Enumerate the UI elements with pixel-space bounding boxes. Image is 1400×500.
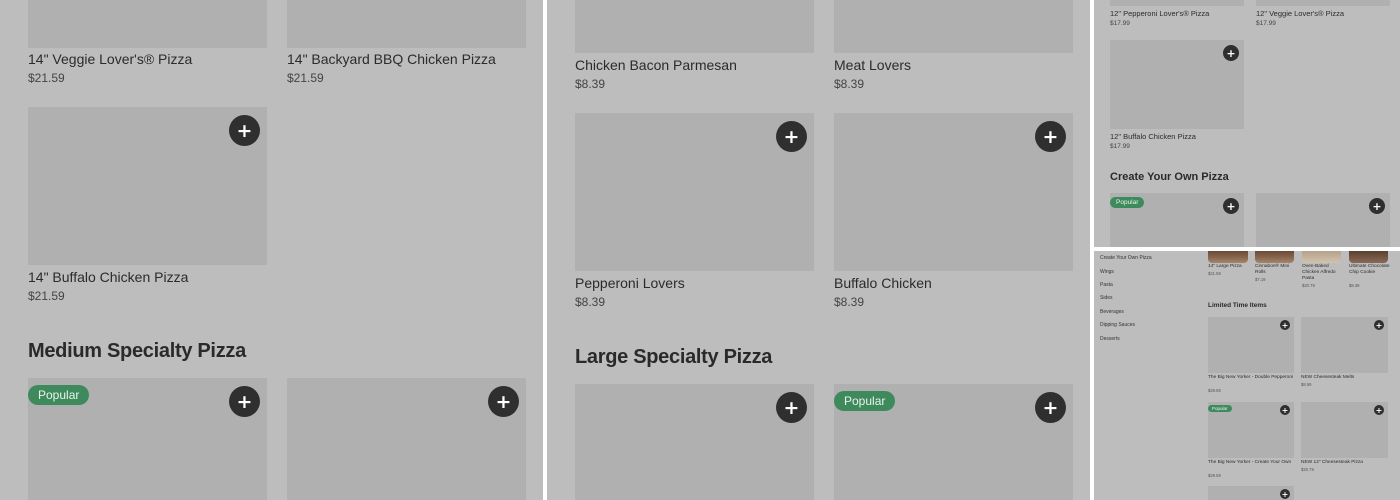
product-image[interactable]	[1208, 251, 1248, 263]
product-name[interactable]: Buffalo Chicken	[834, 275, 932, 291]
product-price: $8.39	[1349, 283, 1360, 288]
product-name[interactable]: Cinnabon® Mini Rolls	[1255, 264, 1297, 276]
add-item-icon[interactable]: +	[1374, 320, 1384, 330]
sidebar-item-beverages[interactable]: Beverages	[1100, 309, 1124, 315]
product-price: $20.79	[1301, 467, 1314, 472]
popular-badge: Popular	[1208, 405, 1232, 412]
product-price: $21.59	[287, 71, 324, 85]
product-image[interactable]	[1256, 0, 1390, 6]
product-price: $29.59	[1208, 388, 1221, 393]
product-price: $17.99	[1110, 20, 1130, 27]
section-title: Large Specialty Pizza	[575, 346, 773, 368]
product-image[interactable]	[575, 0, 814, 53]
add-item-icon[interactable]: +	[776, 392, 807, 423]
product-name[interactable]: 12" Pepperoni Lover's® Pizza	[1110, 9, 1209, 18]
popular-badge: Popular	[834, 391, 896, 411]
product-name[interactable]: NEW 12" Cheesesteak Pizza	[1301, 460, 1388, 466]
product-price: $21.59	[28, 289, 65, 303]
menu-panel-small: 12" Pepperoni Lover's® Pizza $17.99 12" …	[1094, 0, 1400, 247]
product-name[interactable]: 12" Buffalo Chicken Pizza	[1110, 132, 1196, 141]
menu-panel-large: Chicken Bacon Parmesan $8.39 Meat Lovers…	[547, 0, 1090, 500]
section-title: Create Your Own Pizza	[1110, 171, 1229, 183]
product-image[interactable]	[1349, 251, 1388, 263]
product-name[interactable]: Pepperoni Lovers	[575, 275, 685, 291]
section-title: Limited Time Items	[1208, 302, 1267, 309]
add-item-icon[interactable]: +	[776, 121, 807, 152]
sidebar-item-desserts[interactable]: Desserts	[1100, 336, 1120, 342]
add-item-icon[interactable]: +	[1223, 198, 1239, 214]
product-price: $8.59	[1301, 382, 1312, 387]
sidebar-item-create-your-own-pizza[interactable]: Create Your Own Pizza	[1100, 255, 1152, 261]
product-image[interactable]	[834, 0, 1073, 53]
product-image[interactable]	[1110, 0, 1244, 6]
product-name[interactable]: Oven-Baked Chicken Alfredo Pasta	[1302, 264, 1344, 282]
add-item-icon[interactable]: +	[1280, 489, 1290, 499]
product-name[interactable]: 12" Veggie Lover's® Pizza	[1256, 9, 1344, 18]
product-price: $8.39	[834, 77, 865, 91]
menu-panel-overview: Create Your Own Pizza Wings Pasta Sides …	[1094, 251, 1400, 500]
product-name[interactable]: 14" Veggie Lover's® Pizza	[28, 51, 192, 67]
product-name[interactable]: Ultimate Chocolate Chip Cookie	[1349, 264, 1391, 276]
menu-panel-medium: 14" Veggie Lover's® Pizza $21.59 14" Bac…	[0, 0, 543, 500]
product-price: $8.39	[834, 295, 865, 309]
product-price: $8.39	[575, 295, 606, 309]
add-item-icon[interactable]: +	[1223, 45, 1239, 61]
product-price: $20.79	[1302, 283, 1315, 288]
product-image[interactable]	[28, 0, 267, 48]
product-name[interactable]: Meat Lovers	[834, 57, 911, 73]
sidebar-item-pasta[interactable]: Pasta	[1100, 282, 1113, 288]
product-name[interactable]: 14" Backyard BBQ Chicken Pizza	[287, 51, 496, 67]
sidebar-item-sides[interactable]: Sides	[1100, 295, 1113, 301]
sidebar-item-dipping-sauces[interactable]: Dipping Sauces	[1100, 322, 1135, 328]
product-name[interactable]: 14" Large Pizza	[1208, 264, 1252, 270]
product-price: $17.99	[1256, 20, 1276, 27]
add-item-icon[interactable]: +	[1035, 121, 1066, 152]
product-name[interactable]: The Big New Yorker - Double Pepperoni	[1208, 375, 1294, 381]
add-item-icon[interactable]: +	[229, 115, 260, 146]
product-name[interactable]: 14" Buffalo Chicken Pizza	[28, 269, 188, 285]
popular-badge: Popular	[1110, 197, 1145, 208]
product-price: $21.59	[28, 71, 65, 85]
product-price: $8.39	[575, 77, 606, 91]
product-image[interactable]	[1302, 251, 1341, 263]
add-item-icon[interactable]: +	[1280, 320, 1290, 330]
add-item-icon[interactable]: +	[1035, 392, 1066, 423]
product-price: $21.59	[1208, 271, 1221, 276]
add-item-icon[interactable]: +	[488, 386, 519, 417]
product-price: $7.19	[1255, 277, 1266, 282]
product-name[interactable]: Chicken Bacon Parmesan	[575, 57, 737, 73]
sidebar-item-wings[interactable]: Wings	[1100, 269, 1114, 275]
add-item-icon[interactable]: +	[1369, 198, 1385, 214]
popular-badge: Popular	[28, 385, 90, 405]
add-item-icon[interactable]: +	[1374, 405, 1384, 415]
section-title: Medium Specialty Pizza	[28, 340, 246, 362]
product-image[interactable]	[1255, 251, 1294, 263]
product-name[interactable]: NEW Cheesesteak Melts	[1301, 375, 1388, 381]
product-price: $17.99	[1110, 143, 1130, 150]
product-price: $29.59	[1208, 473, 1221, 478]
product-name[interactable]: The Big New Yorker - Create Your Own	[1208, 460, 1294, 466]
add-item-icon[interactable]: +	[229, 386, 260, 417]
add-item-icon[interactable]: +	[1280, 405, 1290, 415]
product-image[interactable]	[287, 0, 526, 48]
